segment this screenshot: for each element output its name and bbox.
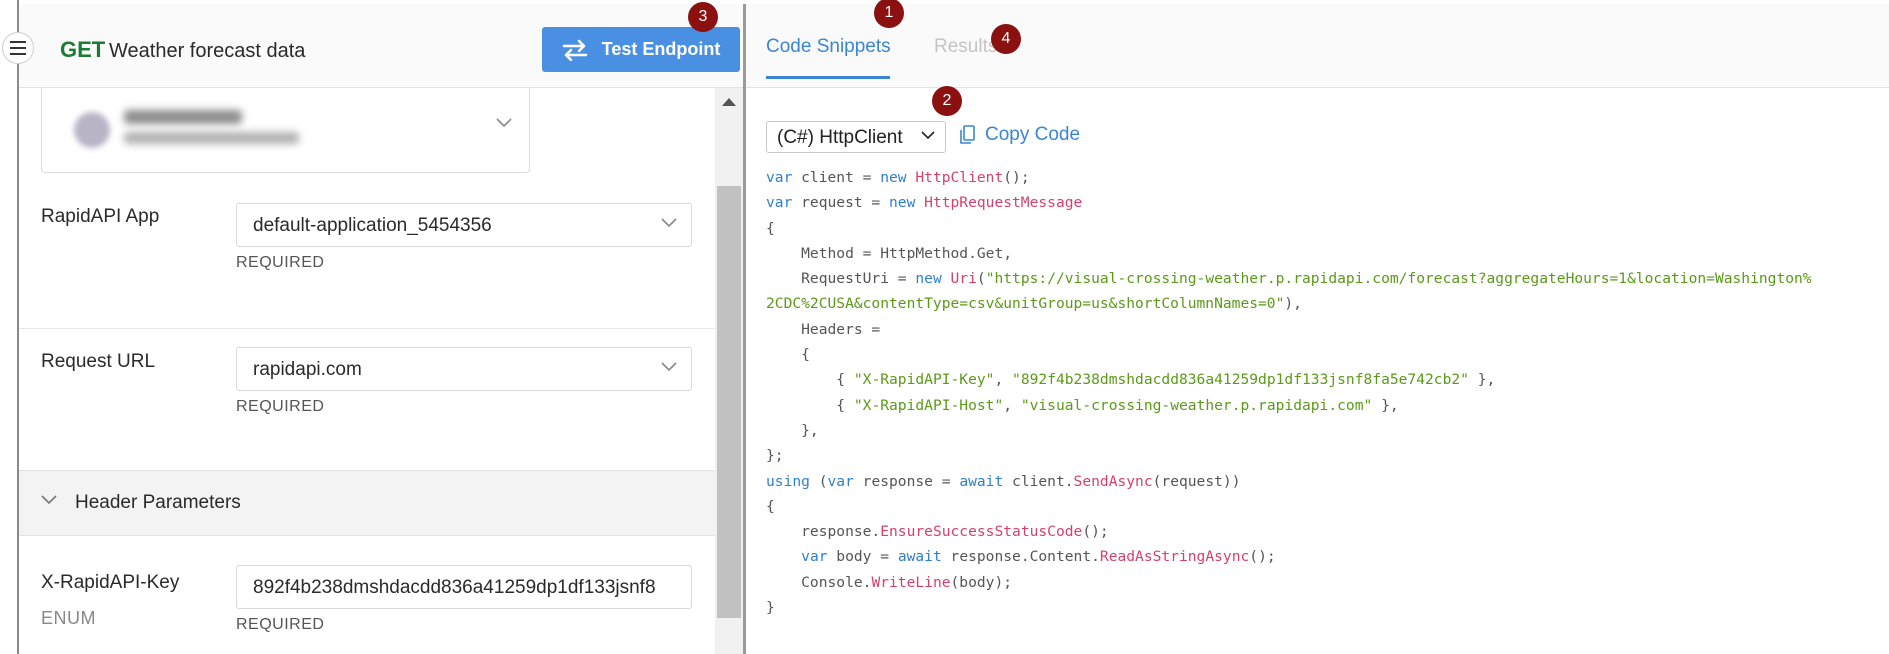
account-name-redacted <box>124 110 242 124</box>
language-select[interactable]: (C#) HttpClient <box>766 121 946 153</box>
request-url-value: rapidapi.com <box>253 359 362 380</box>
chevron-down-icon <box>661 362 677 372</box>
scroll-up-arrow-icon[interactable] <box>722 98 736 106</box>
code-line: { "X-RapidAPI-Host", "visual-crossing-we… <box>766 396 1399 414</box>
endpoint-panel: GET Weather forecast data Test Endpoint … <box>0 0 745 654</box>
header-parameters-toggle[interactable]: Header Parameters <box>19 470 715 536</box>
left-edge <box>17 0 19 654</box>
code-line: { <box>766 346 810 364</box>
chevron-down-icon <box>496 118 512 128</box>
required-label: REQUIRED <box>236 254 325 271</box>
test-endpoint-button[interactable]: Test Endpoint <box>542 27 740 72</box>
annotation-badge-3: 3 <box>688 2 718 32</box>
request-url-label: Request URL <box>41 351 156 372</box>
copy-icon <box>960 125 975 144</box>
api-key-type: ENUM <box>41 608 96 628</box>
required-label: REQUIRED <box>236 616 325 633</box>
tabs-bar: Code Snippets Results <box>746 4 1889 88</box>
divider <box>19 328 715 329</box>
hamburger-menu-icon <box>10 41 26 55</box>
params-scroll-area[interactable]: RapidAPI App default-application_5454356… <box>19 88 715 654</box>
endpoint-title: Weather forecast data <box>109 40 306 62</box>
language-value: (C#) HttpClient <box>777 127 903 148</box>
copy-code-label: Copy Code <box>985 124 1081 145</box>
code-line: { "X-RapidAPI-Key", "892f4b238dmshdacdd8… <box>766 371 1496 389</box>
swap-arrows-icon <box>562 39 587 61</box>
code-line: Console.WriteLine(body); <box>766 573 1013 591</box>
code-snippet[interactable]: var client = new HttpClient(); var reques… <box>766 165 1881 620</box>
api-key-input[interactable]: 892f4b238dmshdacdd836a41259dp1df133jsnf8 <box>236 565 692 609</box>
hamburger-menu-button[interactable] <box>2 32 34 64</box>
test-endpoint-label: Test Endpoint <box>601 39 721 59</box>
code-line: var client = new HttpClient(); <box>766 169 1030 186</box>
rapidapi-app-select[interactable]: default-application_5454356 <box>236 203 692 247</box>
code-line: } <box>766 599 775 617</box>
rapidapi-app-value: default-application_5454356 <box>253 215 492 236</box>
code-line: 2CDC%2CUSA&contentType=csv&unitGroup=us&… <box>766 295 1302 313</box>
scrollbar-thumb[interactable] <box>717 186 741 618</box>
code-line: { <box>766 497 775 515</box>
tab-code-snippets[interactable]: Code Snippets <box>766 36 891 58</box>
api-key-value: 892f4b238dmshdacdd836a41259dp1df133jsnf8 <box>253 577 656 598</box>
code-line: }; <box>766 447 784 465</box>
required-label: REQUIRED <box>236 398 325 415</box>
account-detail-redacted <box>124 132 299 144</box>
http-method: GET <box>60 37 106 62</box>
code-panel: Code Snippets Results (C#) HttpClient Co… <box>746 0 1889 654</box>
account-selector[interactable] <box>41 88 530 173</box>
annotation-badge-4: 4 <box>991 24 1021 54</box>
code-line: using (var response = await client.SendA… <box>766 472 1241 490</box>
endpoint-header: GET Weather forecast data Test Endpoint <box>19 4 745 88</box>
code-line: RequestUri = new Uri("https://visual-cro… <box>766 270 1812 288</box>
annotation-badge-2: 2 <box>932 86 962 116</box>
api-key-label: X-RapidAPI-Key <box>41 572 180 593</box>
tab-results[interactable]: Results <box>934 36 997 58</box>
request-url-select[interactable]: rapidapi.com <box>236 347 692 391</box>
code-line: Method = HttpMethod.Get, <box>766 244 1013 262</box>
code-line: var request = new HttpRequestMessage <box>766 194 1083 212</box>
chevron-down-icon <box>921 131 935 140</box>
code-line: Headers = <box>766 320 881 338</box>
chevron-down-icon <box>41 495 57 505</box>
rapidapi-app-label: RapidAPI App <box>41 206 160 227</box>
code-line: }, <box>766 421 819 439</box>
chevron-down-icon <box>661 218 677 228</box>
copy-code-button[interactable]: Copy Code <box>959 124 1080 146</box>
account-avatar <box>74 112 110 148</box>
header-parameters-label: Header Parameters <box>75 492 241 513</box>
active-tab-indicator <box>766 76 890 79</box>
code-line: response.EnsureSuccessStatusCode(); <box>766 523 1109 541</box>
code-line: { <box>766 219 775 237</box>
code-line: var body = await response.Content.ReadAs… <box>801 548 1276 566</box>
